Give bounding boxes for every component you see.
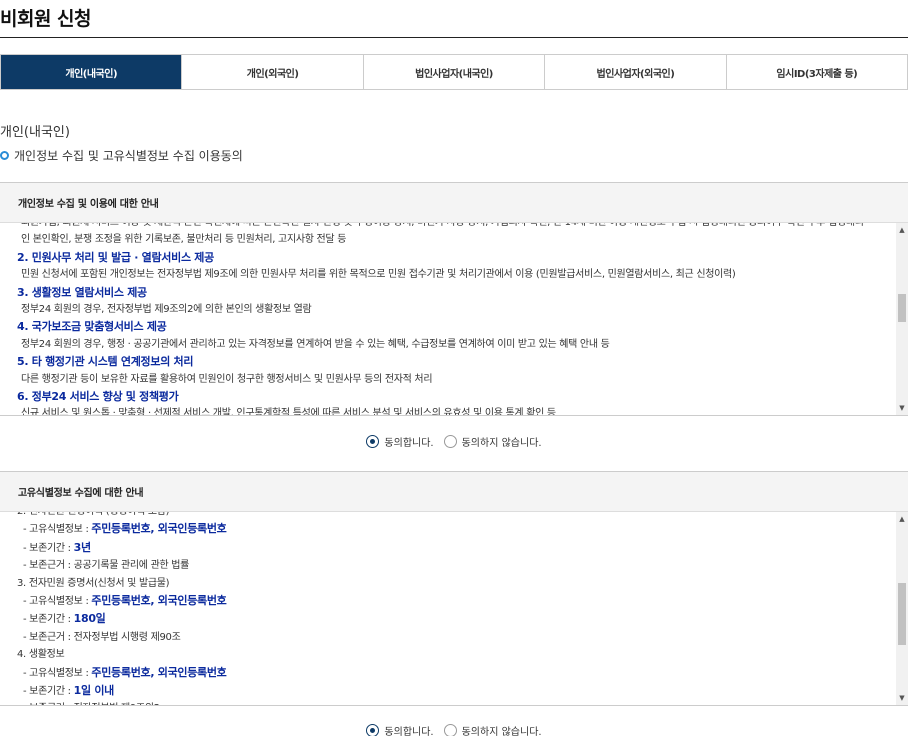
privacy-notice-box: 개인정보 수집 및 이용에 대한 안내 회원가입, 회원제 서비스 이용 및 제…: [0, 182, 908, 416]
consent-title-text: 개인정보 수집 및 고유식별정보 수집 이용동의: [14, 149, 243, 163]
notice-item-text: 인 본인확인, 분쟁 조정을 위한 기록보존, 불만처리 등 민원처리, 고지사…: [21, 234, 347, 246]
detail-label: - 고유식별정보 :: [23, 667, 92, 679]
privacy-disagree-radio[interactable]: [443, 435, 457, 448]
tab-individual-korean[interactable]: 개인(내국인): [1, 55, 183, 89]
detail-label: - 고유식별정보 :: [23, 524, 92, 536]
detail-value: 1일 이내: [73, 684, 115, 698]
scroll-up-icon[interactable]: ▲: [896, 223, 908, 237]
detail-label: - 보존기간 :: [23, 614, 74, 626]
notice-item-text: 정부24 회원의 경우, 행정 · 공공기관에서 관리하고 있는 자격정보를 연…: [21, 338, 610, 350]
retention-text: 2. 전자민원 신청이력 (정정이력 포함): [17, 512, 872, 520]
detail-label: - 고유식별정보 :: [23, 596, 92, 608]
unique-id-notice-box: 고유식별정보 수집에 대한 안내 2. 전자민원 신청이력 (정정이력 포함)-…: [0, 471, 908, 706]
detail-value: 주민등록번호, 외국인등록번호: [91, 522, 227, 536]
privacy-agree-option[interactable]: 동의합니다.: [366, 434, 434, 449]
detail-value: 주민등록번호, 외국인등록번호: [91, 594, 227, 608]
retention-text: - 보존근거 : 공공기록물 관리에 관한 법률: [23, 560, 190, 572]
privacy-agree-label: 동의합니다.: [384, 438, 434, 449]
scrollbar-thumb[interactable]: [898, 583, 906, 645]
notice-item-heading: 6. 정부24 서비스 향상 및 정책평가: [17, 390, 179, 404]
retention-text: - 보존근거 : 전자정부법 제9조의2: [17, 700, 872, 705]
retention-detail: - 고유식별정보 : 주민등록번호, 외국인등록번호: [17, 664, 872, 682]
unique-id-notice-body[interactable]: 2. 전자민원 신청이력 (정정이력 포함)- 고유식별정보 : 주민등록번호,…: [0, 512, 908, 705]
detail-label: - 보존기간 :: [23, 686, 74, 698]
retention-detail: - 고유식별정보 : 주민등록번호, 외국인등록번호: [17, 520, 872, 538]
unique-id-notice-title: 고유식별정보 수집에 대한 안내: [0, 472, 908, 512]
unique-id-disagree-label: 동의하지 않습니다.: [461, 727, 542, 736]
consent-title: 개인정보 수집 및 고유식별정보 수집 이용동의: [0, 147, 243, 164]
detail-label: - 보존기간 :: [23, 542, 74, 554]
retention-text: 3. 전자민원 증명서(신청서 및 발급물): [17, 577, 170, 589]
privacy-disagree-option[interactable]: 동의하지 않습니다.: [443, 434, 542, 449]
unique-id-notice-scrollbar[interactable]: ▲ ▼: [896, 512, 908, 705]
privacy-disagree-label: 동의하지 않습니다.: [461, 438, 542, 449]
notice-item-text: 다른 행정기관 등이 보유한 자료를 활용하여 민원인이 청구한 행정서비스 및…: [21, 373, 433, 385]
privacy-consent-radios: 동의합니다. 동의하지 않습니다.: [0, 434, 908, 449]
notice-item-heading: 5. 타 행정기관 시스템 연계정보의 처리: [17, 355, 194, 369]
retention-detail: - 고유식별정보 : 주민등록번호, 외국인등록번호: [17, 592, 872, 610]
privacy-notice-scrollbar[interactable]: ▲ ▼: [896, 223, 908, 415]
tab-corporate-korean[interactable]: 법인사업자(내국인): [363, 55, 546, 89]
bullet-ring-icon: [0, 151, 9, 160]
notice-item-heading: 2. 민원사무 처리 및 발급 · 열람서비스 제공: [17, 250, 214, 264]
privacy-notice-content: 회원가입, 회원제 서비스 이용 및 제한적 본인 확인제에 따른 본인확인 절…: [17, 223, 872, 415]
unique-id-agree-radio[interactable]: [366, 724, 380, 736]
detail-value: 주민등록번호, 외국인등록번호: [91, 665, 227, 679]
page-title: 비회원 신청: [0, 8, 92, 30]
tab-temporary-id[interactable]: 임시ID(3자제출 등): [726, 55, 908, 89]
privacy-agree-radio[interactable]: [366, 435, 380, 448]
scrollbar-thumb[interactable]: [898, 294, 906, 322]
member-type-tabs: 개인(내국인) 개인(외국인) 법인사업자(내국인) 법인사업자(외국인) 임시…: [0, 54, 908, 90]
notice-item-text: 정부24 회원의 경우, 전자정부법 제9조의2에 의한 본인의 생활정보 열람: [21, 304, 312, 316]
unique-id-agree-option[interactable]: 동의합니다.: [366, 723, 434, 736]
section-heading: 개인(내국인): [0, 125, 70, 140]
tab-individual-foreigner[interactable]: 개인(외국인): [182, 55, 364, 89]
detail-value: 3년: [73, 540, 91, 554]
title-divider: [0, 37, 908, 38]
unique-id-agree-label: 동의합니다.: [384, 727, 434, 736]
scroll-down-icon[interactable]: ▼: [896, 691, 908, 705]
retention-detail: - 보존기간 : 1일 이내: [17, 682, 872, 700]
unique-id-disagree-option[interactable]: 동의하지 않습니다.: [443, 723, 542, 736]
notice-item-text: 회원가입, 회원제 서비스 이용 및 제한적 본인 확인제에 따른 본인확인 절…: [17, 223, 872, 231]
notice-item-heading: 3. 생활정보 열람서비스 제공: [17, 285, 147, 299]
scroll-down-icon[interactable]: ▼: [896, 401, 908, 415]
notice-item-text: 신규 서비스 및 원스톱 · 맞춤형 · 선제적 서비스 개발, 인구통계학적 …: [21, 408, 556, 415]
tab-corporate-foreigner[interactable]: 법인사업자(외국인): [545, 55, 727, 89]
unique-id-disagree-radio[interactable]: [443, 724, 457, 736]
retention-detail: - 보존기간 : 180일: [17, 610, 872, 628]
scroll-up-icon[interactable]: ▲: [896, 512, 908, 526]
privacy-notice-title: 개인정보 수집 및 이용에 대한 안내: [0, 183, 908, 223]
notice-item-text: 민원 신청서에 포함된 개인정보는 전자정부법 제9조에 의한 민원사무 처리를…: [21, 269, 736, 281]
retention-detail: - 보존기간 : 3년: [17, 539, 872, 557]
detail-value: 180일: [73, 612, 106, 626]
notice-item-heading: 4. 국가보조금 맞춤형서비스 제공: [17, 320, 167, 334]
unique-id-notice-content: 2. 전자민원 신청이력 (정정이력 포함)- 고유식별정보 : 주민등록번호,…: [17, 512, 872, 705]
retention-text: 4. 생활정보: [17, 649, 65, 661]
privacy-notice-body[interactable]: 회원가입, 회원제 서비스 이용 및 제한적 본인 확인제에 따른 본인확인 절…: [0, 223, 908, 415]
retention-text: - 보존근거 : 전자정부법 시행령 제90조: [23, 631, 181, 643]
unique-id-consent-radios: 동의합니다. 동의하지 않습니다.: [0, 723, 908, 736]
